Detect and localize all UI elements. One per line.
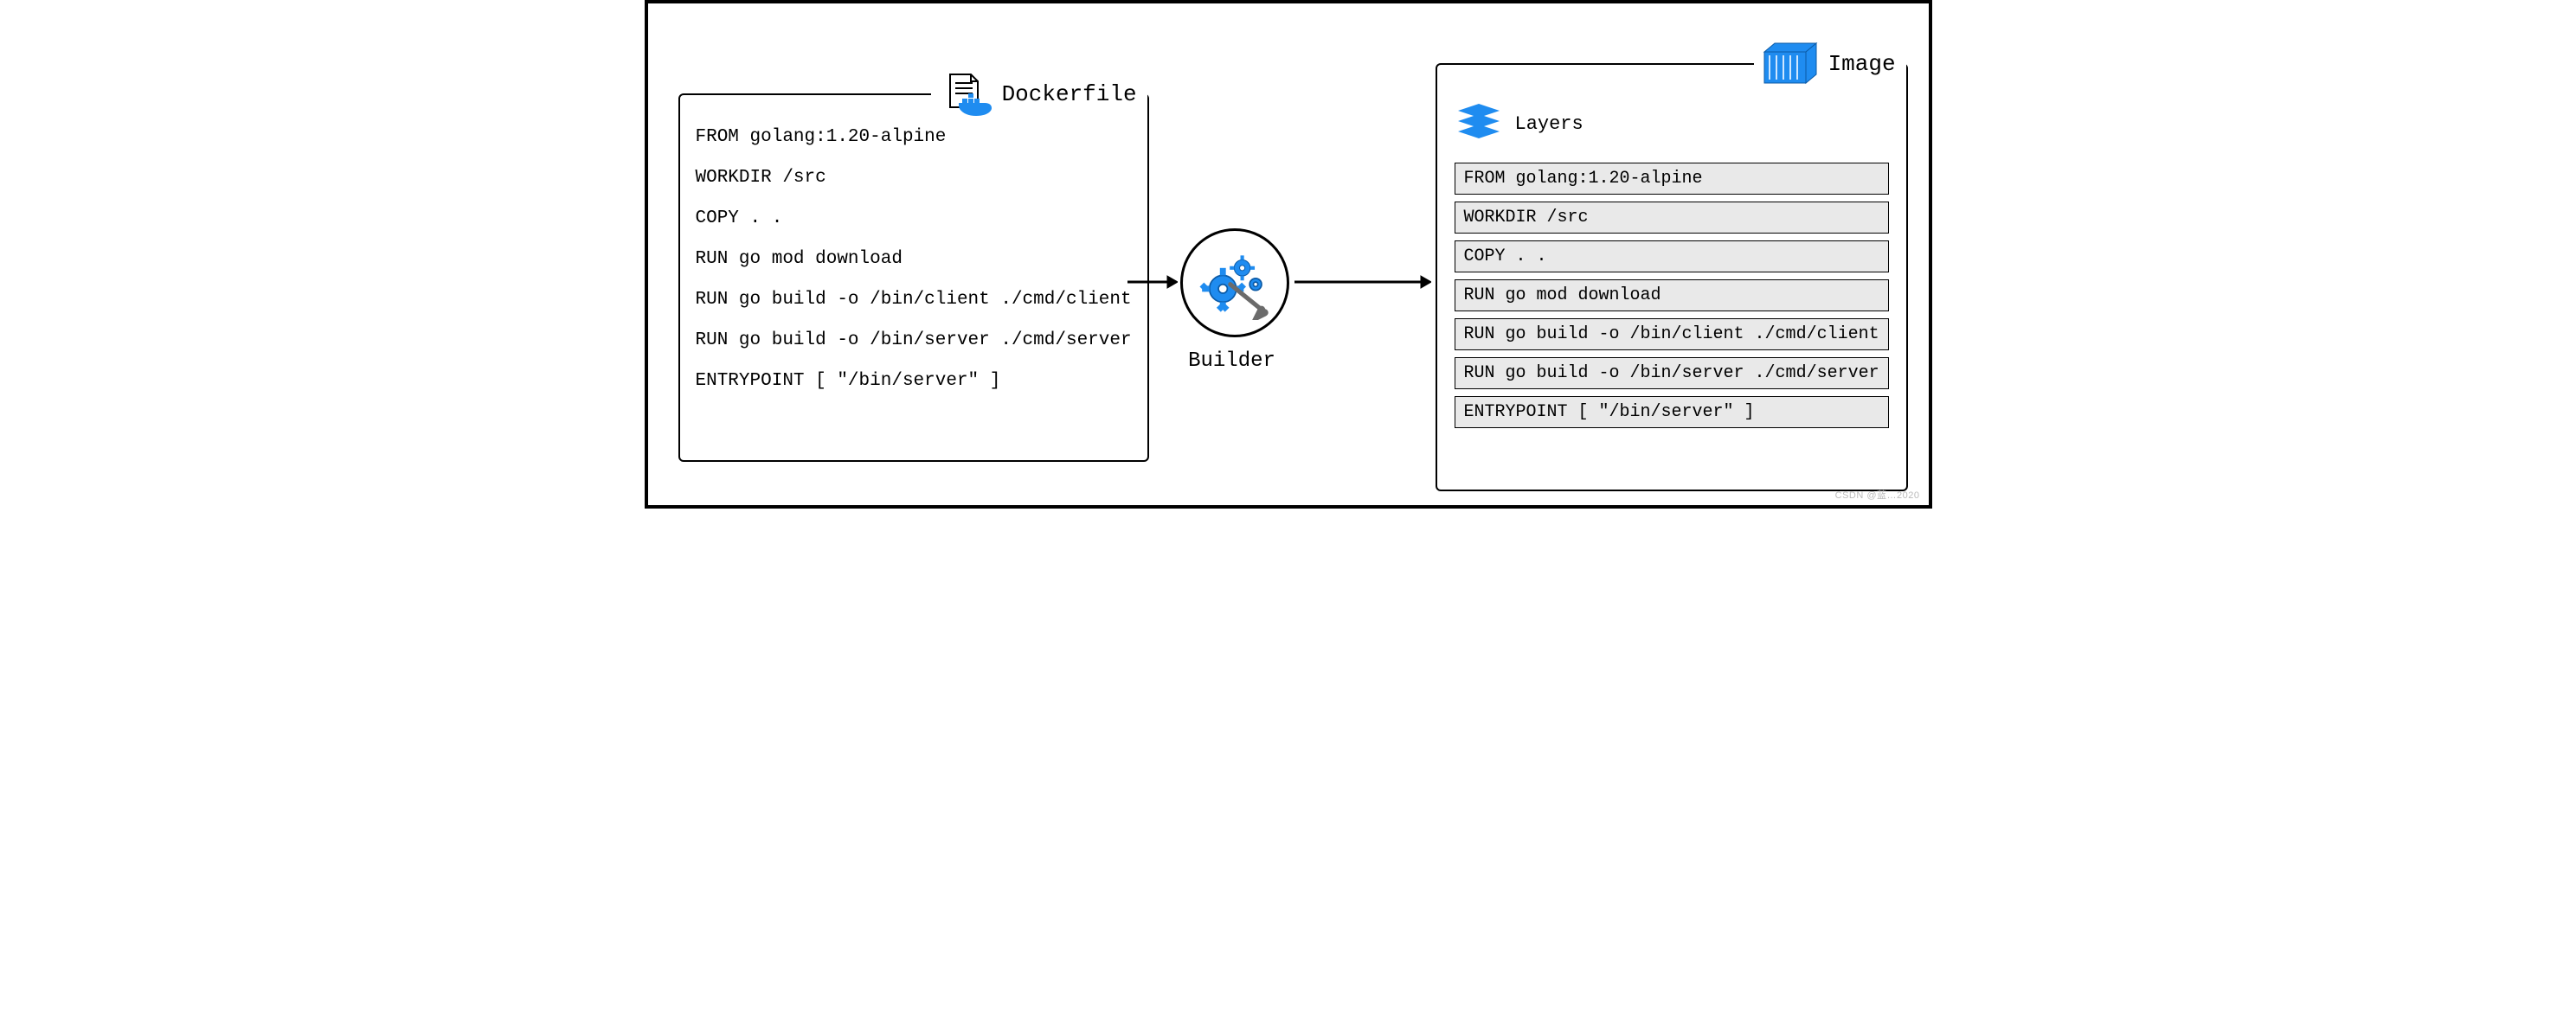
arrow-to-builder-icon bbox=[1126, 273, 1178, 291]
dockerfile-title: Dockerfile bbox=[1002, 83, 1137, 106]
image-layer-row: RUN go build -o /bin/client ./cmd/client bbox=[1455, 318, 1889, 350]
dockerfile-panel: Dockerfile FROM golang:1.20-alpine WORKDI… bbox=[678, 73, 1149, 462]
image-layer-row: COPY . . bbox=[1455, 240, 1889, 272]
dockerfile-line: FROM golang:1.20-alpine bbox=[696, 128, 1132, 146]
arrow-to-image-icon bbox=[1293, 273, 1431, 291]
dockerfile-line: RUN go build -o /bin/server ./cmd/server bbox=[696, 331, 1132, 349]
image-layer-row: FROM golang:1.20-alpine bbox=[1455, 163, 1889, 195]
container-image-icon bbox=[1759, 42, 1820, 86]
dockerfile-line: RUN go build -o /bin/client ./cmd/client bbox=[696, 291, 1132, 309]
dockerfile-line: RUN go mod download bbox=[696, 250, 1132, 268]
image-layer-row: WORKDIR /src bbox=[1455, 202, 1889, 234]
diagram-canvas: Dockerfile FROM golang:1.20-alpine WORKDI… bbox=[645, 0, 1932, 509]
layers-subheader: Layers bbox=[1515, 113, 1584, 135]
image-legend: Image bbox=[1754, 42, 1906, 86]
gears-icon bbox=[1198, 246, 1272, 320]
watermark-text: CSDN @蓝…2020 bbox=[1835, 488, 1920, 502]
dockerfile-line: COPY . . bbox=[696, 209, 1132, 227]
builder-block: Builder bbox=[1180, 228, 1284, 373]
builder-circle bbox=[1180, 228, 1289, 337]
dockerfile-line: WORKDIR /src bbox=[696, 169, 1132, 187]
image-layer-row: RUN go mod download bbox=[1455, 279, 1889, 311]
image-panel: Image Layers FROM golang:1.20-alpine WORK… bbox=[1436, 42, 1908, 491]
dockerfile-line: ENTRYPOINT [ "/bin/server" ] bbox=[696, 372, 1132, 390]
dockerfile-icon bbox=[936, 73, 993, 116]
dockerfile-lines: FROM golang:1.20-alpine WORKDIR /src COPY … bbox=[680, 116, 1147, 407]
image-layer-row: ENTRYPOINT [ "/bin/server" ] bbox=[1455, 396, 1889, 428]
layers-icon bbox=[1458, 104, 1500, 144]
image-title: Image bbox=[1828, 53, 1896, 75]
builder-label: Builder bbox=[1180, 349, 1284, 373]
layers-header: Layers bbox=[1437, 86, 1906, 152]
image-layer-row: RUN go build -o /bin/server ./cmd/server bbox=[1455, 357, 1889, 389]
image-layers: FROM golang:1.20-alpine WORKDIR /src COPY … bbox=[1437, 152, 1906, 444]
dockerfile-legend: Dockerfile bbox=[931, 73, 1147, 116]
